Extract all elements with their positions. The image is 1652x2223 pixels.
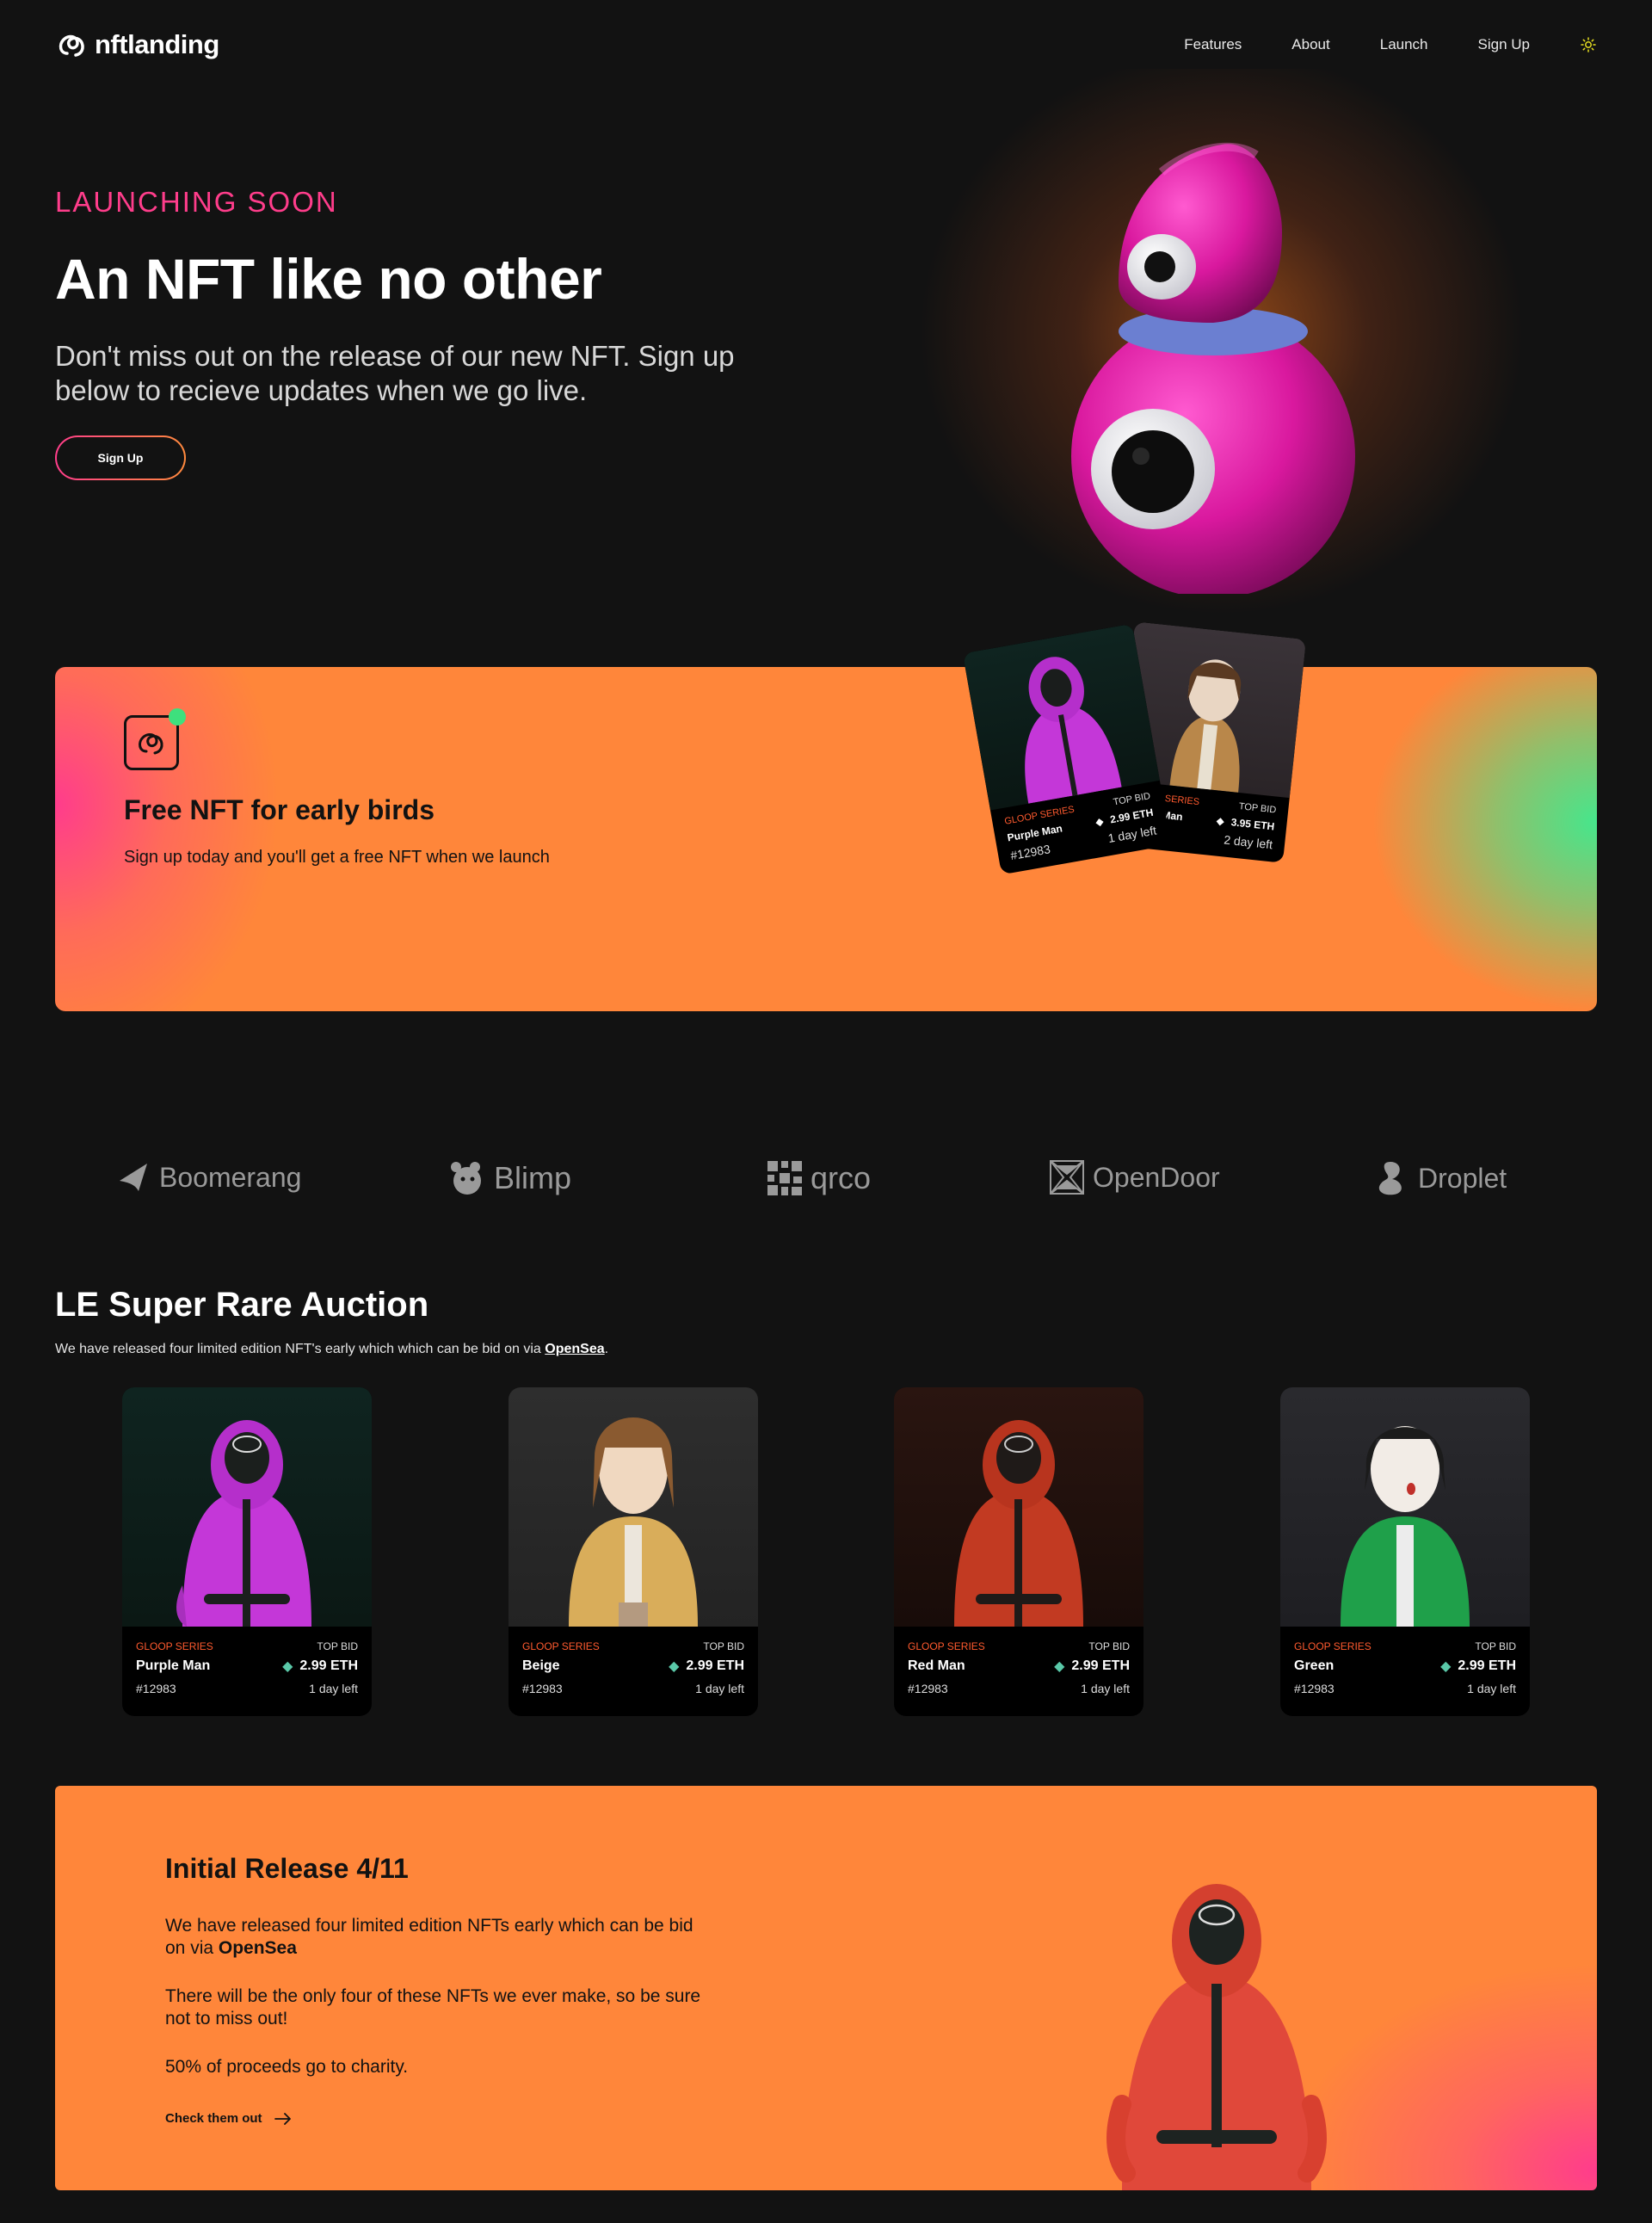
check-them-out-link[interactable]: Check them out <box>165 2111 292 2126</box>
card-name: Green <box>1294 1658 1335 1673</box>
partner-name: qrco <box>811 1160 872 1195</box>
hero-eyebrow: LAUNCHING SOON <box>55 186 338 218</box>
hero-subtitle: Don't miss out on the release of our new… <box>55 340 735 406</box>
early-birds-title: Free NFT for early birds <box>124 794 435 825</box>
logo-icon <box>124 715 179 770</box>
nft-art-purple-man <box>962 623 1160 811</box>
ethereum-icon: ◆ <box>669 1659 680 1674</box>
card-time-left: 2 day left <box>1223 832 1273 852</box>
nft-art-green <box>1280 1387 1530 1627</box>
boomerang-icon <box>120 1164 147 1191</box>
partner-blimp: Blimp <box>449 1160 571 1196</box>
opensea-link[interactable]: OpenSea <box>219 1938 297 1958</box>
check-them-out-label: Check them out <box>165 2111 262 2126</box>
auction-card-red-man[interactable]: GLOOP SERIES TOP BID Red Man ◆ 2.99 ETH #12… <box>894 1387 1143 1716</box>
card-time-left: 1 day left <box>1467 1682 1516 1695</box>
partner-name: Droplet <box>1418 1162 1507 1194</box>
card-time-left: 1 day left <box>695 1682 744 1695</box>
card-series: GLOOP SERIES <box>136 1640 213 1652</box>
qrco-icon <box>767 1161 802 1195</box>
nav-link-signup[interactable]: Sign Up <box>1478 36 1530 53</box>
partner-opendoor: OpenDoor <box>1050 1160 1220 1195</box>
card-series: GLOOP SERIES <box>522 1640 600 1652</box>
card-id: #12983 <box>522 1682 563 1695</box>
partner-name: OpenDoor <box>1093 1161 1220 1193</box>
card-top-bid-label: TOP BID <box>1112 791 1151 808</box>
hero-signup-button[interactable]: Sign Up <box>55 435 186 480</box>
card-price: 2.99 ETH <box>686 1658 744 1673</box>
auction-title: LE Super Rare Auction <box>55 1286 429 1324</box>
release-title: Initial Release 4/11 <box>165 1853 409 1884</box>
card-name: Purple Man <box>136 1658 211 1673</box>
nav-link-features[interactable]: Features <box>1184 36 1242 53</box>
blimp-icon <box>451 1162 481 1195</box>
partner-name: Blimp <box>494 1160 572 1195</box>
release-paragraph-3: 50% of proceeds go to charity. <box>165 2057 409 2077</box>
partner-name: Boomerang <box>159 1161 302 1193</box>
logo-icon <box>59 34 84 57</box>
card-top-bid-label: TOP BID <box>317 1640 358 1652</box>
release-paragraph-2: There will be the only four of these NFT… <box>165 1986 701 2028</box>
initial-release-banner: Initial Release 4/11 We have released fo… <box>55 1786 1597 2190</box>
card-price: 3.95 ETH <box>1230 816 1275 833</box>
nft-art-purple-man <box>122 1387 372 1627</box>
partner-qrco: qrco <box>767 1160 871 1196</box>
auction-card-green[interactable]: GLOOP SERIES TOP BID Green ◆ 2.99 ETH #1298… <box>1280 1387 1530 1716</box>
card-name: Beige <box>522 1658 560 1673</box>
card-time-left: 1 day left <box>1106 823 1158 846</box>
card-price: 2.99 ETH <box>1458 1658 1516 1673</box>
ethereum-icon: ◆ <box>1094 815 1105 829</box>
nft-art-red-man <box>894 1387 1143 1627</box>
droplet-icon <box>1378 1162 1402 1195</box>
early-birds-text: Sign up today and you'll get a free NFT … <box>124 848 550 867</box>
notification-dot <box>169 708 186 726</box>
ethereum-icon: ◆ <box>1054 1659 1065 1674</box>
card-id: #12983 <box>136 1682 176 1695</box>
card-top-bid-label: TOP BID <box>1238 801 1277 816</box>
release-paragraph-1: We have released four limited edition NF… <box>165 1915 716 1960</box>
nav-link-about[interactable]: About <box>1291 36 1329 53</box>
card-id: #12983 <box>1294 1682 1335 1695</box>
card-top-bid-label: TOP BID <box>1088 1640 1130 1652</box>
nft-art-beige <box>509 1387 758 1627</box>
early-birds-banner: Free NFT for early birds Sign up today a… <box>55 667 1597 1011</box>
auction-card-beige[interactable]: GLOOP SERIES TOP BID Beige ◆ 2.99 ETH #1298… <box>509 1387 758 1716</box>
card-id: #12983 <box>908 1682 948 1695</box>
partner-droplet: Droplet <box>1373 1160 1507 1196</box>
arrow-right-icon <box>274 2112 291 2125</box>
logo[interactable]: nftlanding <box>55 28 219 62</box>
nav-link-launch[interactable]: Launch <box>1380 36 1428 53</box>
top-nav: nftlanding Features About Launch Sign Up <box>55 24 1597 65</box>
auction-subtitle-end: . <box>604 1342 609 1356</box>
card-name: Red Man <box>908 1658 965 1673</box>
card-top-bid-label: TOP BID <box>703 1640 744 1652</box>
ethereum-icon: ◆ <box>1215 814 1225 828</box>
card-top-bid-label: TOP BID <box>1475 1640 1516 1652</box>
card-time-left: 1 day left <box>309 1682 358 1695</box>
card-id: #12983 <box>1009 842 1051 863</box>
theme-toggle-button[interactable] <box>1580 36 1597 53</box>
hero-title: An NFT like no other <box>55 247 602 311</box>
release-figure-image <box>1106 1884 1327 2190</box>
logo-text: nftlanding <box>95 29 219 59</box>
auction-card-purple-man[interactable]: GLOOP SERIES TOP BID Purple Man ◆ 2.99 ETH … <box>122 1387 372 1716</box>
opensea-link[interactable]: OpenSea <box>545 1342 604 1356</box>
card-price: 2.99 ETH <box>1071 1658 1130 1673</box>
auction-subtitle: We have released four limited edition NF… <box>55 1342 608 1357</box>
ethereum-icon: ◆ <box>1440 1659 1452 1674</box>
card-time-left: 1 day left <box>1081 1682 1130 1695</box>
card-series: GLOOP SERIES <box>1294 1640 1372 1652</box>
card-price: 2.99 ETH <box>1109 806 1155 826</box>
sun-icon <box>1581 37 1596 52</box>
card-series: GLOOP SERIES <box>908 1640 985 1652</box>
card-price: 2.99 ETH <box>299 1658 358 1673</box>
opendoor-icon <box>1050 1160 1084 1195</box>
hero-creature-image <box>1071 142 1355 594</box>
ethereum-icon: ◆ <box>282 1659 293 1674</box>
partner-boomerang: Boomerang <box>116 1160 301 1195</box>
auction-subtitle-text: We have released four limited edition NF… <box>55 1342 546 1356</box>
